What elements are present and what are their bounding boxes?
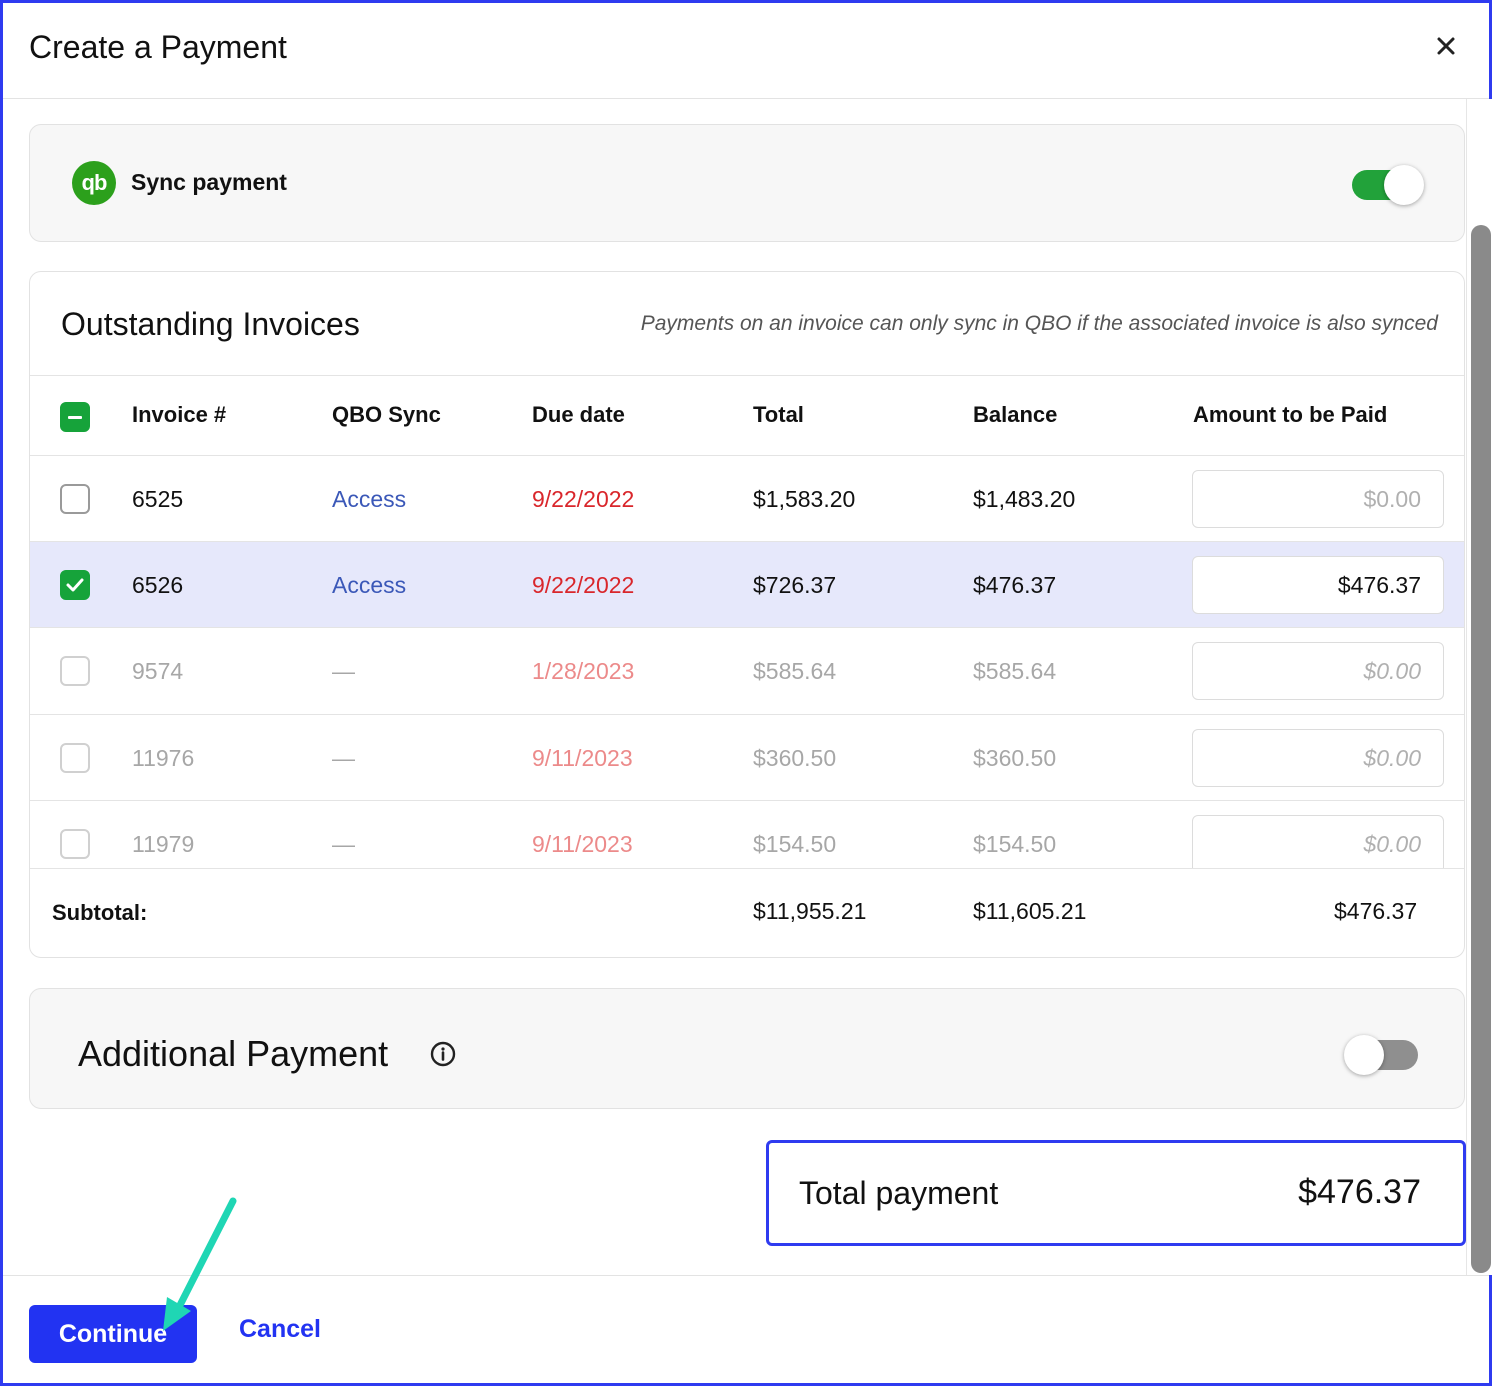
amount-to-pay-input[interactable]	[1192, 470, 1444, 528]
table-row-disabled: 9574 — 1/28/2023 $585.64 $585.64	[30, 628, 1464, 714]
row-checkbox[interactable]	[60, 829, 90, 859]
invoice-balance: $1,483.20	[973, 486, 1076, 512]
table-row-disabled: 11976 — 9/11/2023 $360.50 $360.50	[30, 715, 1464, 801]
divider	[30, 868, 1464, 869]
create-payment-dialog: Create a Payment qb Sync payment Outstan…	[0, 0, 1492, 1386]
header-invoice: Invoice #	[132, 402, 227, 427]
dialog-title: Create a Payment	[29, 29, 287, 65]
invoice-number: 6525	[132, 486, 184, 512]
invoice-total: $585.64	[753, 658, 837, 684]
invoice-number: 11979	[132, 831, 195, 857]
quickbooks-logo-text: qb	[81, 170, 108, 195]
outstanding-invoices-title: Outstanding Invoices	[61, 306, 360, 342]
continue-button[interactable]: Continue	[29, 1305, 197, 1363]
invoice-balance: $476.37	[973, 572, 1057, 598]
info-icon[interactable]	[430, 1041, 456, 1067]
header-amount-to-be-paid: Amount to be Paid	[1193, 402, 1388, 427]
toggle-knob	[1384, 165, 1424, 205]
divider	[30, 375, 1464, 376]
invoice-number: 11976	[132, 745, 195, 771]
qbo-sync-status: —	[332, 745, 355, 771]
invoice-balance: $360.50	[973, 745, 1057, 771]
table-row-disabled: 11979 — 9/11/2023 $154.50 $154.50	[30, 801, 1464, 868]
subtotal-amount: $476.37	[1334, 898, 1418, 924]
header-total: Total	[753, 402, 804, 427]
invoice-balance: $154.50	[973, 831, 1057, 857]
amount-to-pay-input[interactable]	[1192, 815, 1444, 868]
close-icon[interactable]	[1433, 33, 1459, 59]
footer-divider	[3, 1275, 1489, 1276]
header-qbo-sync: QBO Sync	[332, 402, 441, 427]
row-checkbox[interactable]	[60, 484, 90, 514]
quickbooks-logo-icon: qb	[72, 161, 116, 205]
invoice-number: 6526	[132, 572, 184, 598]
additional-payment-title: Additional Payment	[78, 1033, 389, 1074]
header-balance: Balance	[973, 402, 1058, 427]
invoice-total: $726.37	[753, 572, 837, 598]
amount-to-pay-input[interactable]	[1192, 556, 1444, 614]
due-date: 1/28/2023	[532, 658, 635, 684]
sync-payment-toggle[interactable]	[1352, 165, 1424, 205]
invoice-total: $154.50	[753, 831, 837, 857]
invoice-number: 9574	[132, 658, 184, 684]
qbo-sync-status: —	[332, 658, 355, 684]
amount-to-pay-input[interactable]	[1192, 642, 1444, 700]
subtotal-label: Subtotal:	[52, 900, 148, 925]
select-all-checkbox[interactable]	[60, 402, 90, 432]
table-row-selected: 6526 Access 9/22/2022 $726.37 $476.37	[30, 542, 1464, 628]
table-row: 6525 Access 9/22/2022 $1,583.20 $1,483.2…	[30, 456, 1464, 542]
row-checkbox[interactable]	[60, 743, 90, 773]
invoice-balance: $585.64	[973, 658, 1057, 684]
scrollbar-thumb[interactable]	[1471, 225, 1491, 1273]
subtotal-balance: $11,605.21	[973, 898, 1087, 924]
sync-payment-label: Sync payment	[131, 169, 287, 195]
invoice-total: $360.50	[753, 745, 837, 771]
dialog-header: Create a Payment	[3, 3, 1489, 99]
cancel-button[interactable]: Cancel	[239, 1315, 321, 1344]
invoice-total: $1,583.20	[753, 486, 856, 512]
qbo-sync-status: —	[332, 831, 355, 857]
row-checkbox-checked[interactable]	[60, 570, 90, 600]
due-date: 9/22/2022	[532, 486, 635, 512]
amount-to-pay-input[interactable]	[1192, 729, 1444, 787]
subtotal-total: $11,955.21	[753, 898, 867, 924]
sync-payment-card: qb Sync payment	[29, 124, 1465, 242]
total-payment-value: $476.37	[1298, 1173, 1421, 1211]
outstanding-invoices-card: Outstanding Invoices Payments on an invo…	[29, 271, 1465, 958]
checkmark-icon	[66, 578, 84, 592]
additional-payment-toggle[interactable]	[1344, 1035, 1418, 1075]
row-checkbox[interactable]	[60, 656, 90, 686]
qbo-sync-access-link[interactable]: Access	[332, 572, 406, 599]
toggle-knob	[1344, 1035, 1384, 1075]
sync-note: Payments on an invoice can only sync in …	[640, 312, 1438, 335]
total-payment-label: Total payment	[799, 1175, 999, 1211]
due-date: 9/11/2023	[532, 745, 633, 771]
additional-payment-card: Additional Payment	[29, 988, 1465, 1109]
due-date: 9/22/2022	[532, 572, 635, 598]
header-due-date: Due date	[532, 402, 625, 427]
qbo-sync-access-link[interactable]: Access	[332, 486, 406, 513]
total-payment-box: Total payment $476.37	[766, 1140, 1466, 1246]
due-date: 9/11/2023	[532, 831, 633, 857]
